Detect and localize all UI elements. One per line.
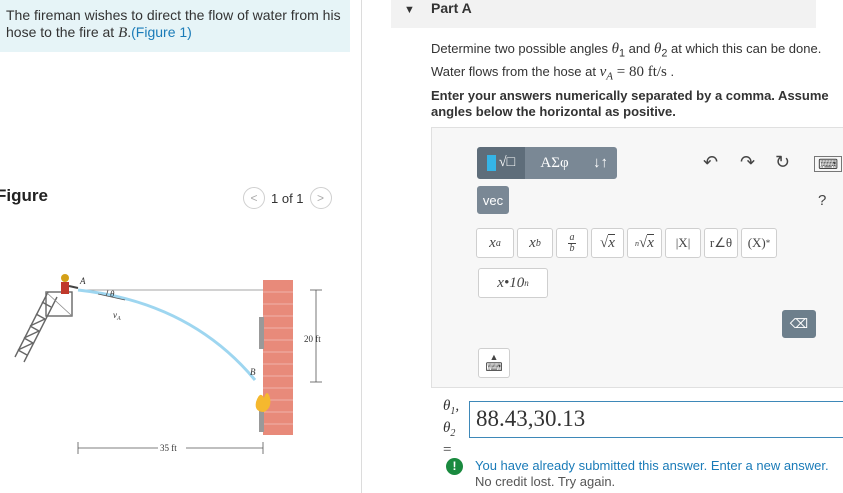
collapse-caret-icon[interactable]: ▼ [404,4,415,16]
figure-link[interactable]: (Figure 1) [131,24,192,40]
question-text: Determine two possible angles θ1 and θ2 … [431,41,822,83]
fraction-button[interactable]: ab [556,228,588,258]
arrows-button[interactable]: ↓↑ [584,147,617,179]
ladder-drawing [14,291,58,363]
problem-point: B [118,25,128,41]
figure-image: A θ vA B 20 ft 35 ft [10,262,340,462]
superscript-button[interactable]: xa [476,228,514,258]
absolute-value-button[interactable]: |X| [665,228,701,258]
square-root-button[interactable]: √ x [591,228,624,258]
window-left-upper [259,317,264,349]
chevron-right-icon: > [317,191,325,205]
next-figure-button[interactable]: > [309,187,332,209]
panel-divider [361,0,362,493]
backspace-button[interactable]: ⌫ [782,310,816,338]
virtual-keyboard-button[interactable]: ▲ ⌨ [478,348,510,378]
help-icon[interactable]: ? [818,192,826,209]
prev-figure-button[interactable]: < [243,187,265,209]
part-title: Part A [431,0,472,16]
answer-input-field[interactable]: 88.43,30.13 [469,401,843,438]
label-point-a: A [79,276,86,286]
fireman-helmet [61,274,69,282]
label-height: 20 ft [304,334,321,344]
label-velocity: vA [113,310,121,322]
figure-pager: < 1 of 1 > [243,186,332,210]
label-point-b: B [250,367,256,377]
subscript-button[interactable]: xb [517,228,553,258]
reset-icon[interactable]: ↻ [775,152,790,173]
label-angle: θ [110,289,115,299]
scientific-notation-button[interactable]: x•10 n [478,268,548,298]
figure-heading: Figure [0,186,48,205]
templates-icon [486,155,496,171]
fireman-body [61,282,69,294]
keyboard-icon: ⌨ [485,360,503,374]
redo-icon[interactable]: ↷ [740,152,755,173]
keyboard-shortcuts-icon[interactable]: ⌨ [814,156,843,172]
problem-statement: The fireman wishes to direct the flow of… [6,7,346,42]
undo-icon[interactable]: ↶ [703,152,718,173]
nth-root-button[interactable]: n √ x [627,228,662,258]
feedback-message: You have already submitted this answer. … [475,458,843,490]
feedback-sub-text: No credit lost. Try again. [475,474,616,489]
greek-symbols-button[interactable]: ΑΣφ [525,147,584,179]
polar-angle-button[interactable]: r∠θ [704,228,738,258]
answer-label: θ1, θ2 = [443,398,460,458]
label-distance: 35 ft [160,443,177,453]
vector-conjugate-button[interactable]: (X) * [741,228,777,258]
water-stream [77,288,257,381]
answer-instruction: Enter your answers numerically separated… [431,88,829,119]
pager-text: 1 of 1 [271,190,304,206]
feedback-main-text: You have already submitted this answer. … [475,458,829,473]
alert-icon: ! [446,458,463,475]
chevron-left-icon: < [250,191,258,205]
vec-button[interactable]: vec [477,186,509,214]
fireman-figure-drawing: A θ vA B 20 ft 35 ft [14,274,322,454]
backspace-icon: ⌫ [789,316,809,331]
templates-button[interactable]: √□ [477,147,525,179]
